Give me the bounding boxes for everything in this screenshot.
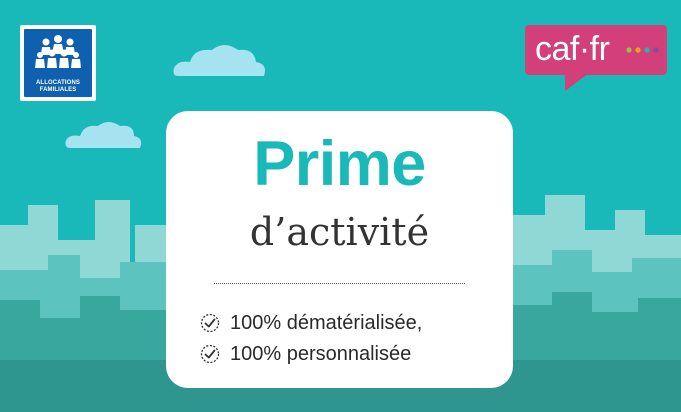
speech-bubble-tail [565, 73, 589, 91]
color-dots-icon [626, 47, 659, 53]
feature-item-dematerialisee: 100% dématérialisée, [200, 309, 422, 337]
caf-fr-logo[interactable]: caf·fr [525, 25, 667, 91]
cloud-icon [173, 45, 265, 76]
cloud-icon [65, 122, 142, 148]
banner: ALLOCATIONS FAMILIALES caf·fr Prime d’ac… [0, 0, 681, 412]
caf-fr-text: caf·fr [535, 30, 610, 68]
feature-item-personnalisee: 100% personnalisée [200, 340, 411, 368]
check-circle-icon [200, 344, 220, 364]
prime-activite-card: Prime d’activité 100% dématérialisée, 10… [166, 111, 513, 388]
card-title: Prime [253, 129, 426, 199]
allocations-familiales-label: ALLOCATIONS FAMILIALES [36, 80, 80, 93]
feature-text: 100% dématérialisée, [230, 311, 423, 334]
card-subtitle: d’activité [249, 210, 430, 254]
feature-text: 100% personnalisée [230, 342, 412, 365]
allocations-familiales-logo[interactable]: ALLOCATIONS FAMILIALES [20, 25, 96, 101]
families-icon [35, 35, 81, 68]
dotted-divider [214, 283, 465, 284]
check-circle-icon [200, 313, 220, 333]
